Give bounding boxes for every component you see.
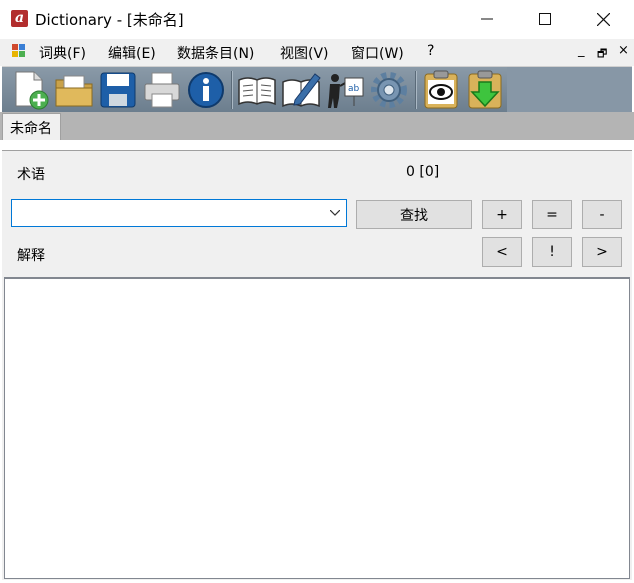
edit-entry-button[interactable]	[281, 70, 321, 110]
open-folder-icon	[55, 75, 93, 107]
search-button[interactable]: 查找	[356, 200, 472, 229]
explanation-textarea[interactable]	[4, 277, 630, 579]
term-label: 术语	[17, 167, 45, 183]
app-icon: a	[11, 10, 28, 27]
save-button[interactable]	[98, 70, 138, 110]
menu-data-entry[interactable]: 数据条目(N)	[177, 43, 254, 63]
open-book-icon	[238, 77, 276, 106]
print-button[interactable]	[142, 70, 182, 110]
preview-button[interactable]	[421, 70, 461, 110]
print-icon	[144, 72, 180, 108]
info-icon	[188, 72, 224, 108]
menu-help[interactable]: ?	[427, 43, 434, 59]
toolbar: ab	[2, 66, 632, 113]
info-button[interactable]	[186, 70, 226, 110]
mdi-restore-button[interactable]: 🗗	[597, 45, 607, 64]
tab-untitled[interactable]: 未命名	[2, 113, 61, 140]
minimize-icon	[481, 18, 493, 20]
browse-button[interactable]	[237, 70, 277, 110]
add-entry-button[interactable]: +	[482, 200, 522, 229]
next-entry-button[interactable]: >	[582, 237, 622, 267]
svg-text:ab: ab	[348, 84, 360, 94]
window-title: Dictionary - [未命名]	[35, 11, 184, 29]
title-bar: a Dictionary - [未命名]	[0, 0, 634, 38]
settings-gear-icon	[371, 72, 407, 108]
random-entry-button[interactable]: !	[532, 237, 572, 267]
save-disk-icon	[100, 72, 136, 108]
menu-edit[interactable]: 编辑(E)	[108, 43, 156, 63]
document-icon	[12, 44, 25, 57]
toolbar-separator	[415, 71, 417, 109]
delete-entry-button[interactable]: -	[582, 200, 622, 229]
document-tab-strip: 未命名	[0, 112, 634, 140]
edit-book-icon	[282, 73, 321, 108]
view-eye-icon	[424, 70, 458, 109]
close-icon	[596, 12, 610, 26]
chevron-down-icon	[330, 210, 340, 216]
new-dictionary-icon	[15, 71, 49, 110]
menu-window[interactable]: 窗口(W)	[351, 43, 404, 63]
new-button[interactable]	[10, 70, 50, 110]
settings-button[interactable]	[369, 70, 409, 110]
menu-bar: 词典(F) 编辑(E) 数据条目(N) 视图(V) 窗口(W) ? _ 🗗 ×	[0, 39, 634, 66]
import-button[interactable]	[465, 70, 505, 110]
combobox-dropdown-button[interactable]	[326, 202, 344, 224]
mdi-close-button[interactable]: ×	[618, 43, 629, 58]
close-button[interactable]	[574, 0, 632, 38]
toolbar-separator	[231, 71, 233, 109]
minimize-button[interactable]	[458, 0, 516, 38]
dictionary-panel: 术语 0 [0] 查找 + = - 解释 < ! >	[2, 150, 632, 580]
previous-entry-button[interactable]: <	[482, 237, 522, 267]
entry-count: 0 [0]	[406, 164, 440, 180]
maximize-button[interactable]	[516, 0, 574, 38]
import-down-arrow-icon	[468, 70, 502, 109]
toolbar-empty-area	[507, 67, 632, 113]
replace-entry-button[interactable]: =	[532, 200, 572, 229]
explanation-label: 解释	[17, 248, 45, 264]
menu-dictionary[interactable]: 词典(F)	[39, 43, 86, 63]
term-search-combobox[interactable]	[11, 199, 347, 227]
maximize-icon	[539, 13, 551, 25]
open-button[interactable]	[54, 70, 94, 110]
learn-button[interactable]: ab	[325, 70, 365, 110]
teacher-icon: ab	[328, 74, 364, 108]
mdi-minimize-button[interactable]: _	[578, 43, 585, 58]
menu-view[interactable]: 视图(V)	[280, 43, 329, 63]
